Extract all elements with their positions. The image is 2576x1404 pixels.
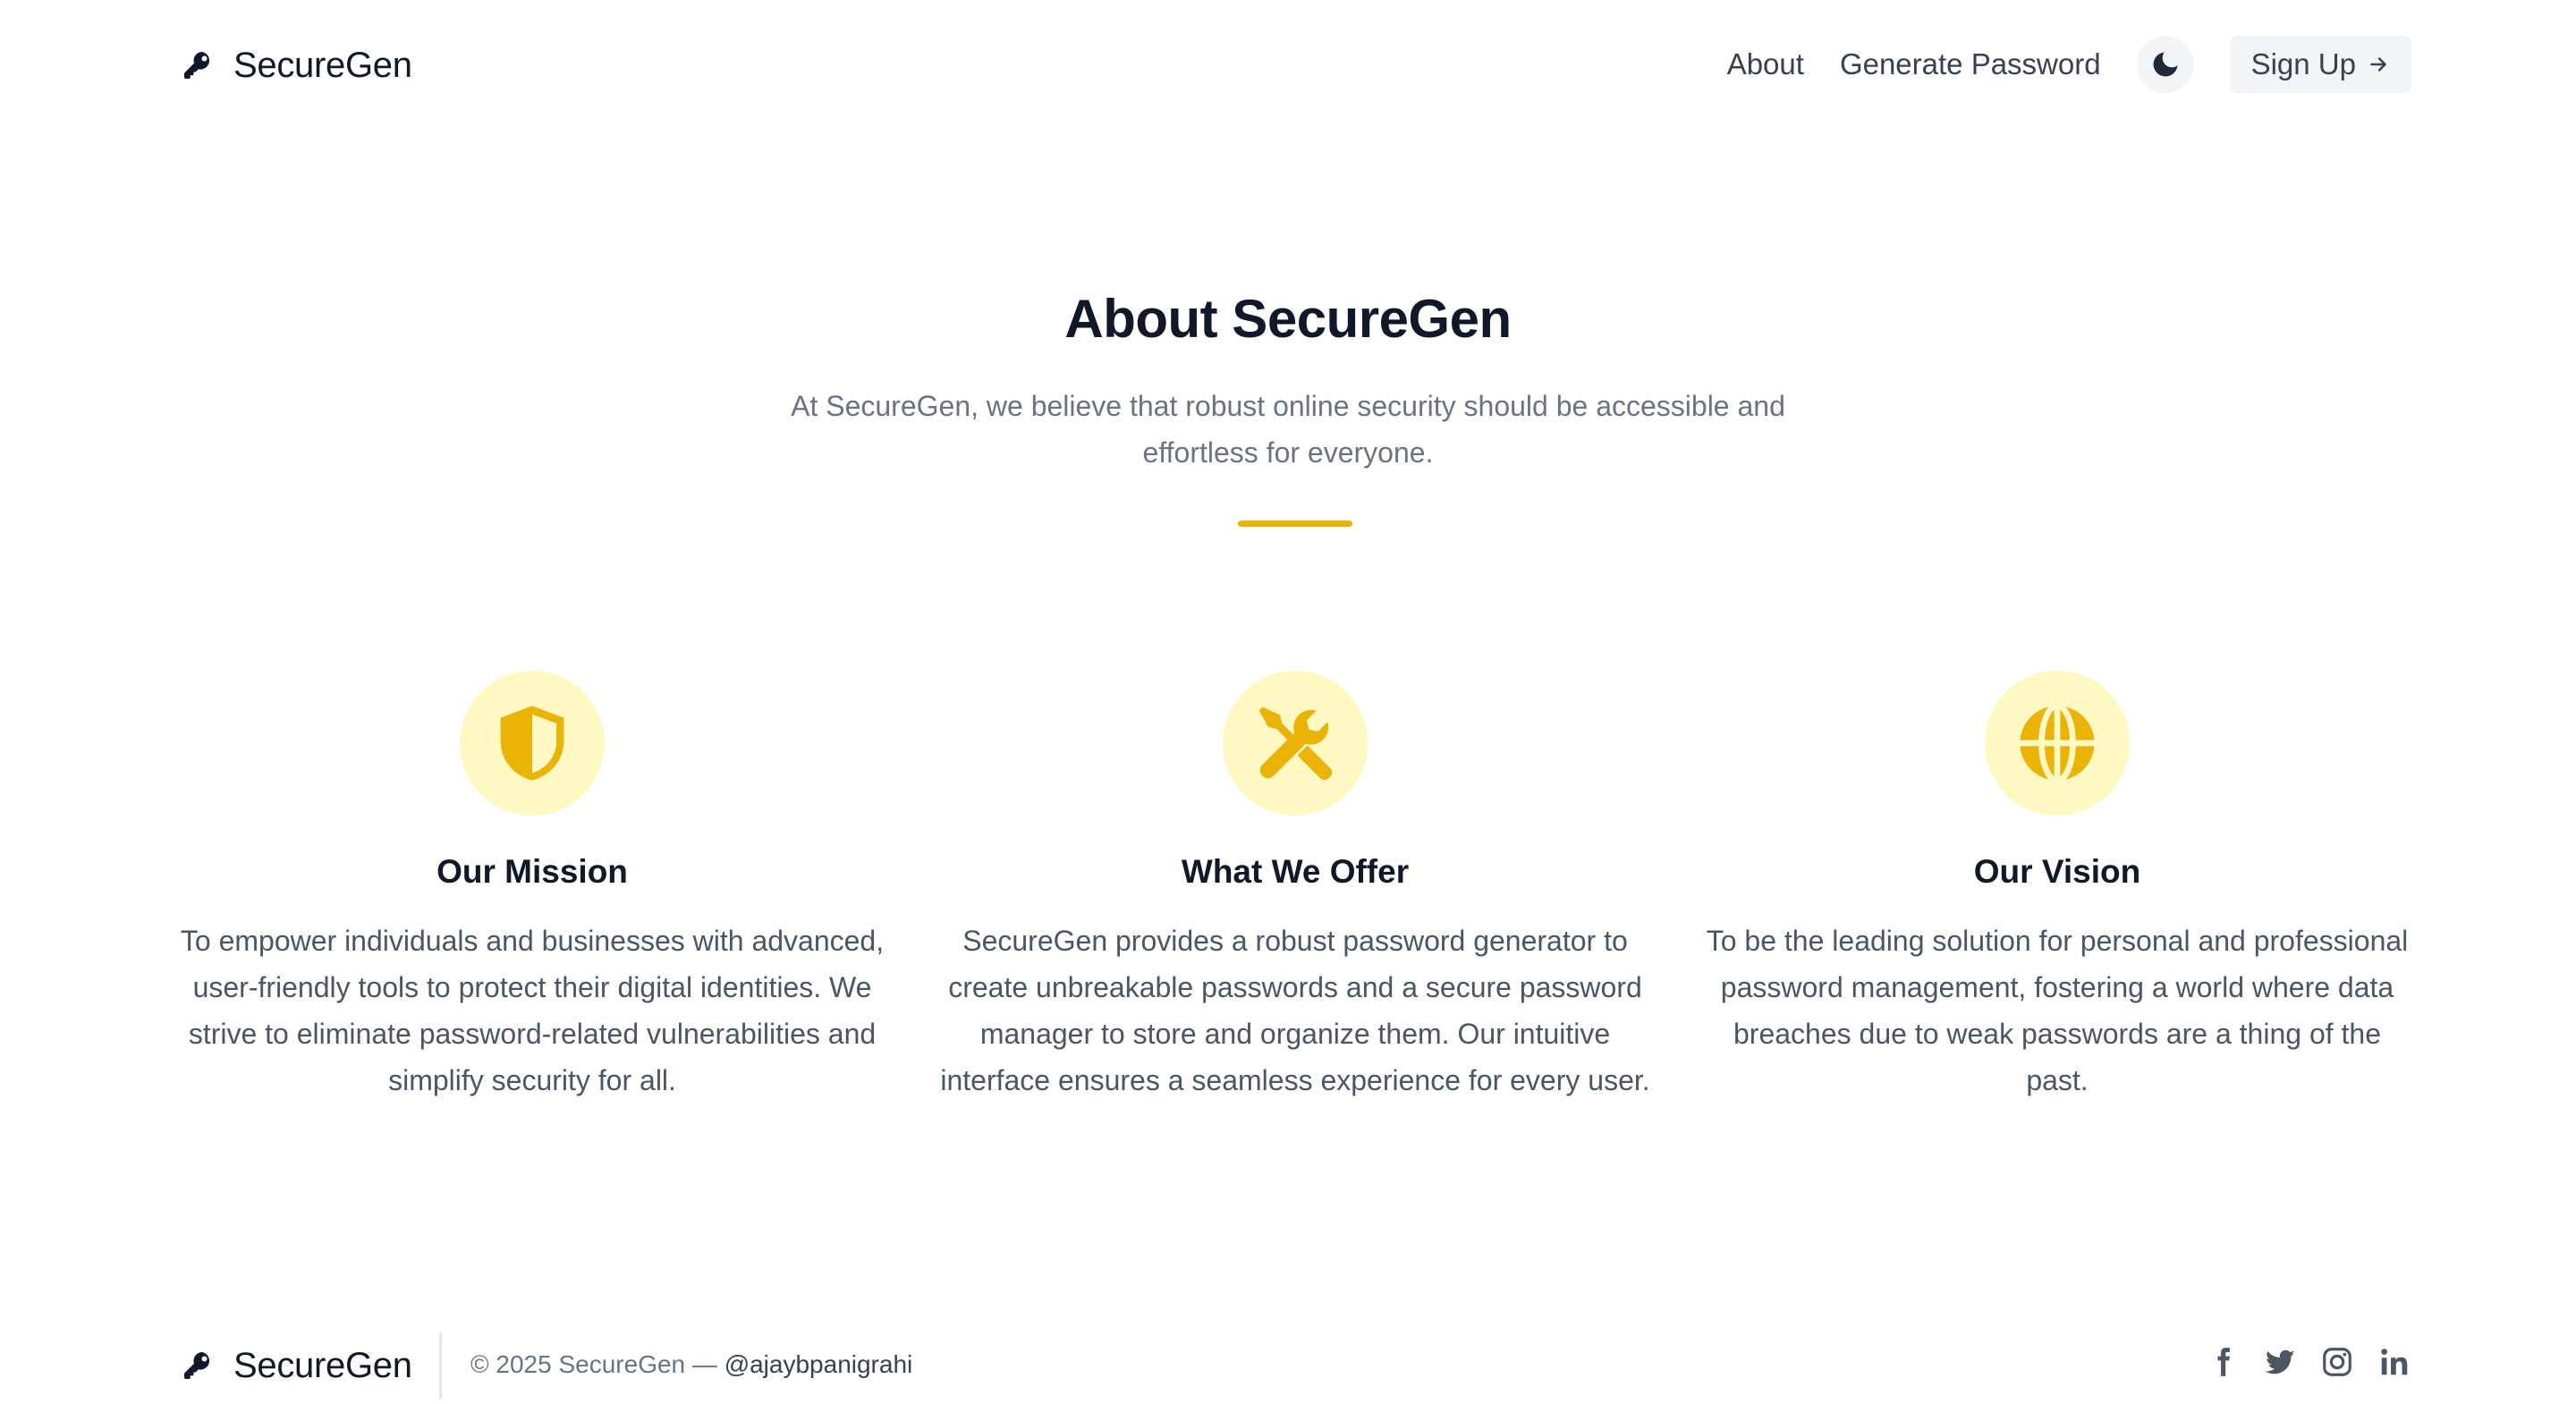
page-title: About SecureGen <box>1064 289 1512 349</box>
feature-card-vision: Our Vision To be the leading solution fo… <box>1699 671 2415 1104</box>
footer-brand-logo[interactable]: SecureGen <box>182 1341 412 1390</box>
feature-icon-circle <box>1985 671 2130 816</box>
linkedin-icon <box>2381 1349 2408 1375</box>
facebook-icon <box>2217 1348 2230 1376</box>
footer-copyright: © 2025 SecureGen — @ajaybpanigrahi <box>470 1349 912 1381</box>
page-subtitle: At SecureGen, we believe that robust onl… <box>791 390 1785 469</box>
nav-about-link[interactable]: About <box>1727 47 1804 81</box>
shield-icon <box>500 706 564 781</box>
instagram-icon <box>2323 1348 2351 1376</box>
main-nav: About Generate Password Sign Up <box>1727 34 2411 95</box>
arrow-right-icon <box>2370 57 2386 72</box>
title-divider <box>1238 520 1352 527</box>
feature-card-offer: What We Offer SecureGen provides a robus… <box>937 671 1653 1104</box>
feature-description: To be the leading solution for personal … <box>1706 925 2409 1096</box>
sign-up-label: Sign Up <box>2250 47 2356 80</box>
twitter-icon <box>2265 1349 2295 1374</box>
key-icon <box>184 51 209 79</box>
author-handle-link[interactable]: @ajaybpanigrahi <box>724 1350 913 1378</box>
linkedin-link[interactable] <box>2377 1345 2411 1379</box>
footer-brand-name: SecureGen <box>233 1345 412 1385</box>
tools-icon <box>1258 706 1333 781</box>
feature-card-mission: Our Mission To empower individuals and b… <box>174 671 890 1104</box>
feature-title: What We Offer <box>1181 853 1410 890</box>
instagram-link[interactable] <box>2320 1345 2354 1379</box>
brand-logo[interactable]: SecureGen <box>182 41 412 89</box>
nav-generate-password-link[interactable]: Generate Password <box>1840 47 2101 81</box>
moon-icon <box>2153 52 2178 77</box>
feature-title: Our Mission <box>436 853 628 890</box>
twitter-link[interactable] <box>2263 1345 2297 1379</box>
globe-icon <box>2020 703 2095 783</box>
key-icon <box>184 1352 209 1379</box>
theme-toggle-button[interactable] <box>2136 36 2194 93</box>
feature-icon-circle <box>460 671 605 816</box>
sign-up-button[interactable]: Sign Up <box>2229 36 2411 93</box>
social-links <box>2206 1345 2411 1379</box>
feature-title: Our Vision <box>1973 853 2141 890</box>
feature-icon-circle <box>1223 671 1368 816</box>
footer-divider <box>439 1332 442 1399</box>
feature-description: SecureGen provides a robust password gen… <box>940 925 1650 1096</box>
feature-description: To empower individuals and businesses wi… <box>180 925 885 1096</box>
brand-name: SecureGen <box>233 45 412 85</box>
copyright-text: © 2025 SecureGen — <box>470 1350 724 1378</box>
facebook-link[interactable] <box>2206 1345 2240 1379</box>
site-header: SecureGen About Generate Password Sign U… <box>0 0 2576 131</box>
